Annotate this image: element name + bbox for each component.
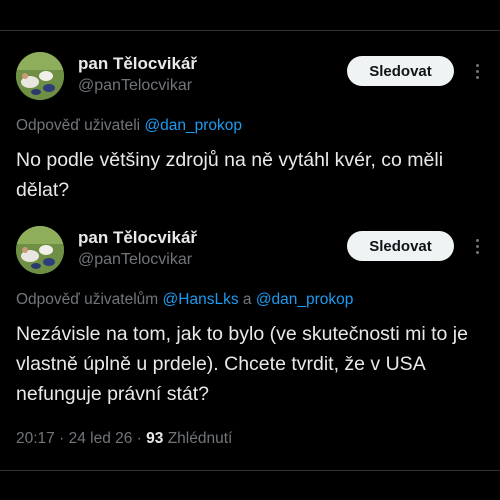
reply-context: Odpověď uživatelům @HansLks a @dan_proko… xyxy=(16,291,353,309)
follow-button[interactable]: Sledovat xyxy=(347,56,454,86)
tweet-date[interactable]: 24 led 26 xyxy=(69,430,133,447)
bottom-divider xyxy=(0,470,500,471)
author-handle[interactable]: @panTelocvikar xyxy=(78,77,192,95)
author-avatar[interactable] xyxy=(16,52,64,100)
reply-mention-link[interactable]: @dan_prokop xyxy=(144,117,242,134)
reply-mention-link[interactable]: @HansLks xyxy=(163,291,239,308)
reply-joiner: a xyxy=(238,291,256,308)
more-options-button[interactable] xyxy=(467,56,487,86)
meta-separator: · xyxy=(132,430,147,447)
tweet-1[interactable]: pan Tělocvikář @panTelocvikar Sledovat O… xyxy=(0,31,500,216)
author-handle[interactable]: @panTelocvikar xyxy=(78,251,192,269)
reply-prefix: Odpověď uživatelům xyxy=(16,291,163,308)
views-count[interactable]: 93 xyxy=(146,430,163,447)
tweet-text: Nezávisle na tom, jak to bylo (ve skuteč… xyxy=(16,323,468,405)
author-name[interactable]: pan Tělocvikář xyxy=(78,54,197,74)
views-label: Zhlédnutí xyxy=(163,430,233,447)
more-options-icon xyxy=(467,231,487,261)
author-avatar[interactable] xyxy=(16,226,64,274)
author-name[interactable]: pan Tělocvikář xyxy=(78,228,197,248)
tweet-text: No podle většiny zdrojů na ně vytáhl kvé… xyxy=(16,149,444,201)
tweet-2[interactable]: pan Tělocvikář @panTelocvikar Sledovat O… xyxy=(0,205,500,470)
more-options-icon xyxy=(467,56,487,86)
reply-mention-link[interactable]: @dan_prokop xyxy=(256,291,354,308)
reply-context: Odpověď uživateli @dan_prokop xyxy=(16,117,242,135)
more-options-button[interactable] xyxy=(467,231,487,261)
reply-prefix: Odpověď uživateli xyxy=(16,117,145,134)
tweet-meta: 20:17 · 24 led 26 · 93 Zhlédnutí xyxy=(16,430,232,448)
meta-separator: · xyxy=(54,430,69,447)
tweet-time[interactable]: 20:17 xyxy=(16,430,55,447)
follow-button[interactable]: Sledovat xyxy=(347,231,454,261)
